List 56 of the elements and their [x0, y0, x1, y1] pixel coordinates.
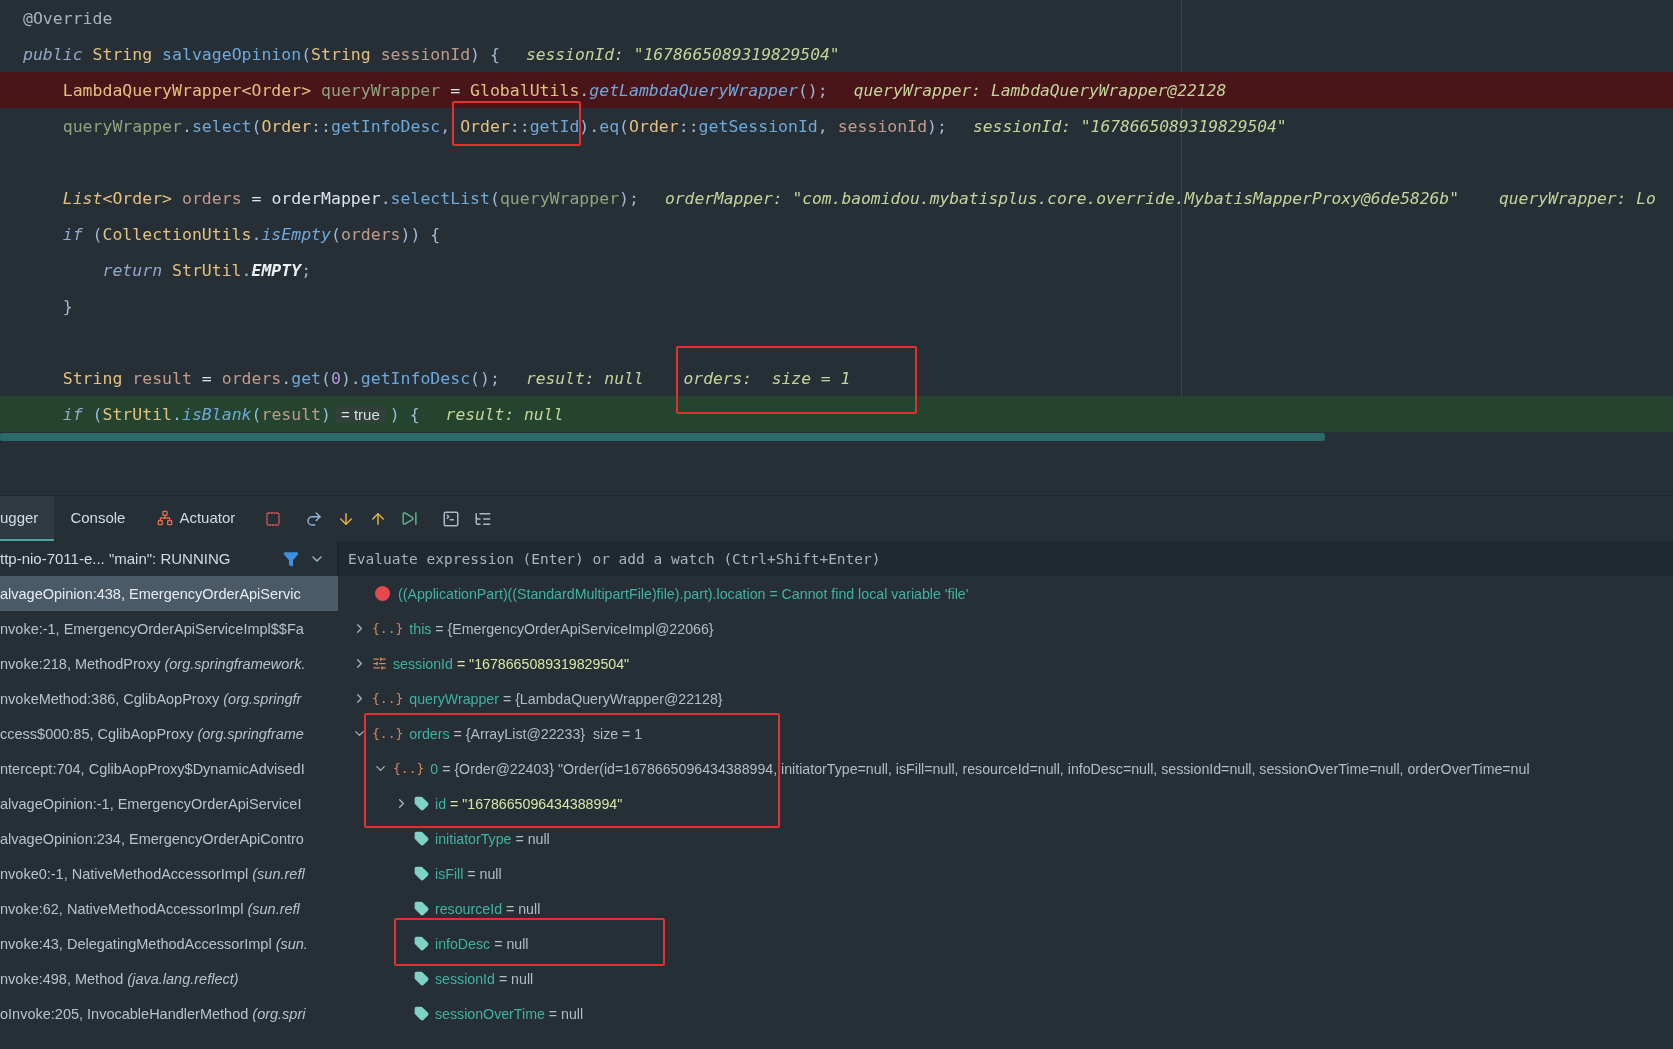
filter-icon[interactable]: [283, 550, 299, 567]
object-icon: {..}: [393, 761, 425, 776]
inline-value-hint: queryWrapper: Lo: [1498, 188, 1656, 208]
code-line: }: [61, 296, 73, 316]
variable-entry[interactable]: queryWrapper = {LambdaQueryWrapper@22128}: [409, 690, 723, 707]
variable-entry[interactable]: sessionOverTime = null: [435, 1005, 584, 1022]
code-line: String result = orders.get(0).getInfoDesc();: [61, 368, 500, 388]
object-icon: {..}: [372, 621, 404, 636]
code-line: public String salvageOpinion(String sessionId) {: [23, 44, 500, 64]
inline-value-hint: orderMapper: "com.baomidou.mybatisplus.core.override.MybatisMapperProxy@6de5826b": [665, 188, 1459, 208]
stack-frame[interactable]: nvoke:218, MethodProxy (org.springframework.: [0, 646, 338, 681]
inline-value-hint: sessionId: "1678665089319829504": [525, 44, 840, 64]
stack-frame[interactable]: nvoke:498, Method (java.lang.reflect): [0, 961, 338, 996]
stack-frame[interactable]: nvoke:43, DelegatingMethodAccessorImpl (sun.: [0, 926, 338, 961]
panel-tab[interactable]: Actuator: [141, 496, 252, 541]
code-line: if (CollectionUtils.isEmpty(orders)) {: [61, 224, 441, 244]
code-line: LambdaQueryWrapper<Order> queryWrapper = GlobalUtils.getLambdaQueryWrapper();: [61, 80, 828, 100]
code-line: if (StrUtil.isBlank(result) = true ) {: [61, 404, 420, 424]
panel-tab[interactable]: ugger: [0, 496, 55, 541]
inline-value-hint: sessionId: "1678665089319829504": [972, 116, 1287, 136]
stack-frame[interactable]: ccess$000:85, CglibAopProxy (org.springframe: [0, 716, 338, 751]
code-line: return StrUtil.EMPTY;: [101, 260, 312, 280]
stack-frame[interactable]: alvageOpinion:234, EmergencyOrderApiContro: [0, 821, 338, 856]
code-line: queryWrapper.select(Order::getInfoDesc, Order::getId).eq(Order::getSessionId, sessionId);: [61, 116, 947, 136]
stack-frame[interactable]: nvoke:-1, EmergencyOrderApiServiceImpl$$Fa: [0, 611, 338, 646]
inline-value-hint: result: null: [525, 368, 644, 388]
object-icon: {..}: [372, 726, 404, 741]
code-line: List<Order> orders = orderMapper.selectList(queryWrapper);: [61, 188, 639, 208]
variable-entry[interactable]: infoDesc = null: [435, 935, 529, 952]
variable-entry[interactable]: id = "1678665096434388994": [435, 795, 623, 812]
variable-entry[interactable]: this = {EmergencyOrderApiServiceImpl@22066}: [409, 620, 714, 637]
object-icon: {..}: [372, 691, 404, 706]
panel-tab[interactable]: Console: [54, 496, 142, 541]
variable-error: ((ApplicationPart)((StandardMultipartFile)file).part).location = Cannot find local variable 'file': [398, 585, 969, 602]
horizontal-scrollbar[interactable]: [0, 433, 1325, 441]
stack-frame[interactable]: oInvoke:205, InvocableHandlerMethod (org.spri: [0, 996, 338, 1031]
variable-entry[interactable]: orders = {ArrayList@22233} size = 1: [409, 725, 643, 742]
inline-value-hint: orders: size = 1: [683, 368, 851, 388]
code-line: @Override: [23, 8, 113, 28]
stack-frame[interactable]: alvageOpinion:-1, EmergencyOrderApiServiceI: [0, 786, 338, 821]
stack-frame[interactable]: alvageOpinion:438, EmergencyOrderApiServic: [0, 576, 338, 611]
inline-value-hint: result: null: [445, 404, 564, 424]
stack-frame[interactable]: nvoke0:-1, NativeMethodAccessorImpl (sun.refl: [0, 856, 338, 891]
variable-entry[interactable]: resourceId = null: [435, 900, 541, 917]
variable-entry[interactable]: 0 = {Order@22403} "Order(id=1678665096434388994, initiatorType=null, isFill=null, resourceId=null, infoDesc=null, sessionId=null, sessionOverTime=null, orderOverTime=nul: [430, 760, 1530, 777]
inline-value-hint: queryWrapper: LambdaQueryWrapper@22128: [853, 80, 1227, 100]
variable-entry[interactable]: initiatorType = null: [435, 830, 550, 847]
variable-entry[interactable]: sessionId = null: [435, 970, 534, 987]
error-icon: [375, 586, 390, 601]
stack-frame[interactable]: nvoke:62, NativeMethodAccessorImpl (sun.refl: [0, 891, 338, 926]
evaluate-field[interactable]: Evaluate expression (Enter) or add a watch (Ctrl+Shift+Enter): [338, 541, 1673, 576]
stack-frame[interactable]: ntercept:704, CglibAopProxy$DynamicAdvisedI: [0, 751, 338, 786]
variable-entry[interactable]: sessionId = "1678665089319829504": [393, 655, 630, 672]
stack-frame[interactable]: nvokeMethod:386, CglibAopProxy (org.springfr: [0, 681, 338, 716]
variable-entry[interactable]: isFill = null: [435, 865, 502, 882]
thread-selector[interactable]: ttp-nio-7011-e... "main": RUNNING: [0, 550, 273, 567]
